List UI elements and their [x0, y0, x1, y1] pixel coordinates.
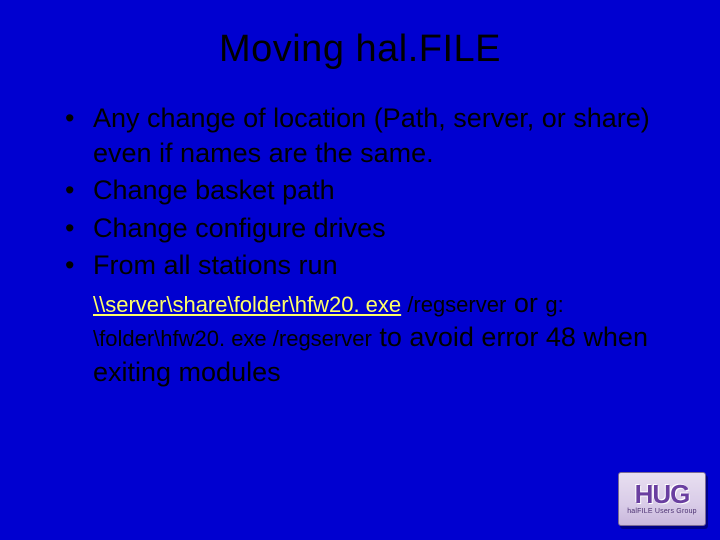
- or-text: or: [506, 288, 545, 318]
- list-item: From all stations run: [61, 248, 665, 283]
- cmd-tail: /regserver: [401, 292, 506, 317]
- sub-text: \\server\share\folder\hfw20. exe /regser…: [55, 286, 665, 390]
- logo-subtext: halFILE Users Group: [627, 508, 697, 515]
- slide: Moving hal.FILE Any change of location (…: [0, 0, 720, 540]
- page-title: Moving hal.FILE: [55, 28, 665, 71]
- logo-badge: HUG halFILE Users Group: [618, 472, 706, 526]
- bullet-list: Any change of location (Path, server, or…: [55, 101, 665, 283]
- list-item: Change basket path: [61, 173, 665, 208]
- unc-path-link[interactable]: \\server\share\folder\hfw20. exe: [93, 292, 401, 317]
- list-item: Any change of location (Path, server, or…: [61, 101, 665, 170]
- logo-text: HUG: [635, 483, 690, 506]
- list-item: Change configure drives: [61, 211, 665, 246]
